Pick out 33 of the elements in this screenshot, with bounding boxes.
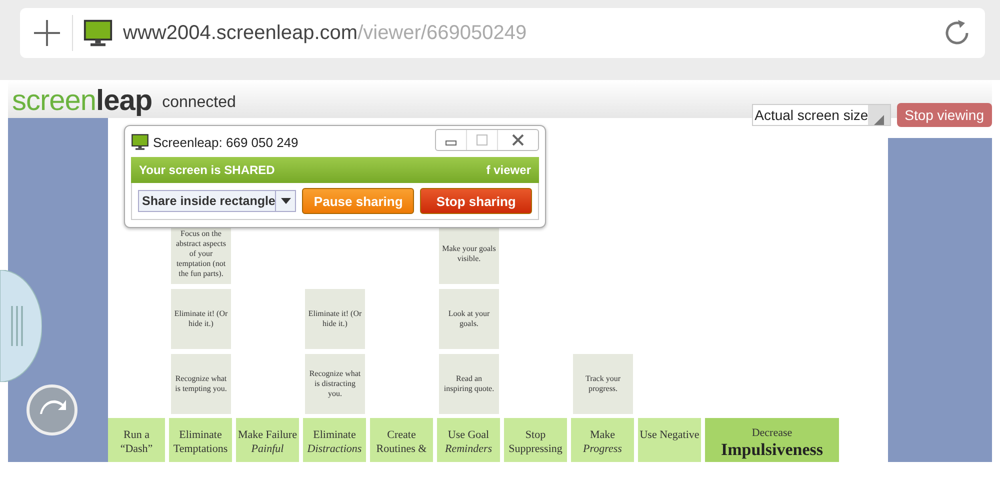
share-status: Your screen is SHARED bbox=[139, 163, 275, 177]
share-mode-select[interactable]: Share inside rectangle bbox=[138, 190, 296, 212]
main-goal-card: Decrease Impulsiveness bbox=[705, 418, 839, 462]
stop-sharing-button[interactable]: Stop sharing bbox=[420, 188, 532, 214]
back-icon[interactable] bbox=[26, 384, 78, 436]
tip-card: Track your progress. bbox=[573, 354, 633, 414]
add-tab-icon[interactable] bbox=[32, 18, 62, 48]
caret-icon bbox=[874, 115, 884, 125]
tip-card: Read an inspiring quote. bbox=[439, 354, 499, 414]
strategy-card: Use Negative bbox=[638, 418, 701, 462]
zoom-select[interactable]: Actual screen size bbox=[752, 104, 891, 126]
monitor-icon bbox=[131, 133, 149, 151]
strategy-card: Eliminate Temptations bbox=[169, 418, 232, 462]
strategy-card: Stop Suppressing bbox=[504, 418, 567, 462]
caret-icon bbox=[280, 198, 291, 204]
tip-card: Recognize what is distracting you. bbox=[305, 354, 365, 414]
tip-card: Recognize what is tempting you. bbox=[171, 354, 231, 414]
strategy-card: Use Goal Reminders bbox=[437, 418, 500, 462]
tip-card: Eliminate it! (Or hide it.) bbox=[171, 289, 231, 349]
viewer-count: f viewer bbox=[486, 163, 531, 177]
dialog-title: Screenleap: 669 050 249 bbox=[153, 134, 298, 150]
strategy-card: Run a “Dash” bbox=[108, 418, 165, 462]
logo: screenleap bbox=[12, 84, 152, 118]
strategy-card: Make Failure Painful bbox=[236, 418, 299, 462]
tip-card: Eliminate it! (Or hide it.) bbox=[305, 289, 365, 349]
strategy-card: Make Progress bbox=[571, 418, 634, 462]
drawer-handle[interactable] bbox=[0, 270, 42, 382]
strategy-card: Create Routines & bbox=[370, 418, 433, 462]
connection-status: connected bbox=[162, 93, 236, 113]
tip-card: Look at your goals. bbox=[439, 289, 499, 349]
strategy-card: Eliminate Distractions bbox=[303, 418, 366, 462]
monitor-icon bbox=[83, 18, 113, 48]
stop-viewing-button[interactable]: Stop viewing bbox=[896, 103, 992, 127]
